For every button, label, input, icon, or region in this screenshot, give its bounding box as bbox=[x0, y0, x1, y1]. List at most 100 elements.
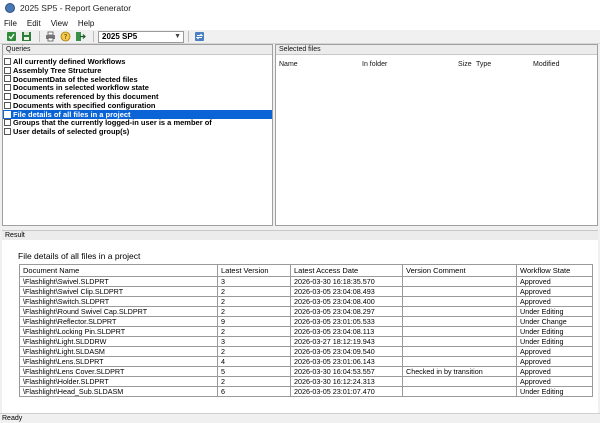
table-cell: 4 bbox=[217, 356, 291, 367]
table-cell: \Flashlight\Reflector.SLDPRT bbox=[19, 316, 218, 327]
table-cell: \Flashlight\Round Swivel Cap.SLDPRT bbox=[19, 306, 218, 317]
table-cell bbox=[402, 356, 517, 367]
print-icon bbox=[45, 31, 55, 42]
query-label: User details of selected group(s) bbox=[13, 127, 130, 137]
query-item[interactable]: User details of selected group(s) bbox=[3, 127, 272, 136]
table-cell: Under Editing bbox=[516, 386, 593, 397]
table-cell bbox=[402, 286, 517, 297]
query-item-selected[interactable]: File details of all files in a project bbox=[3, 110, 272, 119]
help-button[interactable]: ? bbox=[59, 31, 71, 43]
table-cell: 2026-03-05 23:04:09.540 bbox=[290, 346, 403, 357]
table-cell bbox=[402, 316, 517, 327]
query-list: All currently defined Workflows Assembly… bbox=[3, 55, 272, 136]
query-checkbox[interactable] bbox=[4, 128, 11, 136]
table-cell: Under Editing bbox=[516, 336, 593, 347]
column-header-type[interactable]: Type bbox=[476, 61, 491, 68]
table-cell bbox=[402, 326, 517, 337]
query-checkbox[interactable] bbox=[4, 110, 11, 118]
query-item[interactable]: Documents in selected workflow state bbox=[3, 83, 272, 92]
query-checkbox[interactable] bbox=[4, 84, 11, 92]
run-query-icon bbox=[6, 32, 16, 41]
column-header-workflow-state: Workflow State bbox=[516, 264, 593, 277]
table-cell: Approved bbox=[516, 296, 593, 307]
column-header-version-comment: Version Comment bbox=[402, 264, 517, 277]
table-row: \Flashlight\Reflector.SLDPRT 9 2026-03-05 … bbox=[19, 316, 593, 327]
table-row: \Flashlight\Swivel Clip.SLDPRT 2 2026-03-0… bbox=[19, 286, 593, 297]
query-item[interactable]: Documents with specified configuration bbox=[3, 101, 272, 110]
print-button[interactable] bbox=[44, 31, 56, 43]
table-cell: \Flashlight\Holder.SLDPRT bbox=[19, 376, 218, 387]
column-header-modified[interactable]: Modified bbox=[533, 61, 559, 68]
query-item[interactable]: DocumentData of the selected files bbox=[3, 75, 272, 84]
menu-edit[interactable]: Edit bbox=[27, 19, 41, 28]
window-title: 2025 SP5 - Report Generator bbox=[20, 3, 132, 13]
table-cell: 2 bbox=[217, 376, 291, 387]
chevron-down-icon: ▼ bbox=[174, 32, 181, 40]
refresh-button[interactable] bbox=[193, 31, 205, 43]
table-row: \Flashlight\Lens Cover.SLDPRT 5 2026-03-30… bbox=[19, 366, 593, 377]
query-label: All currently defined Workflows bbox=[13, 56, 126, 66]
queries-header: Queries bbox=[3, 45, 272, 55]
query-checkbox[interactable] bbox=[4, 57, 11, 65]
save-icon bbox=[21, 32, 31, 41]
app-icon bbox=[5, 3, 15, 13]
table-cell: 2026-03-05 23:01:06.143 bbox=[290, 356, 403, 367]
table-row: \Flashlight\Holder.SLDPRT 2 2026-03-30 16:… bbox=[19, 376, 593, 387]
query-checkbox[interactable] bbox=[4, 93, 11, 101]
column-header-size[interactable]: Size bbox=[458, 61, 472, 68]
toolbar-separator bbox=[188, 31, 189, 42]
query-checkbox[interactable] bbox=[4, 66, 11, 74]
menu-file[interactable]: File bbox=[4, 19, 17, 28]
table-cell: 2026-03-27 18:12:19.943 bbox=[290, 336, 403, 347]
query-checkbox[interactable] bbox=[4, 75, 11, 83]
column-header-document-name: Document Name bbox=[19, 264, 218, 277]
column-header-name[interactable]: Name bbox=[279, 61, 298, 68]
table-cell: 2 bbox=[217, 326, 291, 337]
table-cell: \Flashlight\Swivel.SLDPRT bbox=[19, 276, 218, 287]
table-cell: Approved bbox=[516, 346, 593, 357]
query-checkbox[interactable] bbox=[4, 119, 11, 127]
table-cell: 2026-03-05 23:04:08.493 bbox=[290, 286, 403, 297]
table-cell bbox=[402, 376, 517, 387]
table-cell: Under Change bbox=[516, 316, 593, 327]
column-header-latest-access-date: Latest Access Date bbox=[290, 264, 403, 277]
table-cell: \Flashlight\Switch.SLDPRT bbox=[19, 296, 218, 307]
table-cell: 6 bbox=[217, 386, 291, 397]
table-row: \Flashlight\Light.SLDDRW 3 2026-03-27 18:1… bbox=[19, 336, 593, 347]
table-cell: Under Editing bbox=[516, 326, 593, 337]
query-checkbox[interactable] bbox=[4, 101, 11, 109]
query-item[interactable]: Documents referenced by this document bbox=[3, 92, 272, 101]
result-title: File details of all files in a project bbox=[18, 251, 141, 261]
query-label: File details of all files in a project bbox=[13, 109, 131, 119]
table-cell: Approved bbox=[516, 376, 593, 387]
table-cell: Approved bbox=[516, 286, 593, 297]
column-header-in-folder[interactable]: In folder bbox=[362, 61, 387, 68]
table-row: \Flashlight\Locking Pin.SLDPRT 2 2026-03-0… bbox=[19, 326, 593, 337]
toolbar-separator bbox=[39, 31, 40, 42]
table-cell bbox=[402, 336, 517, 347]
toolbar-separator bbox=[93, 31, 94, 42]
table-cell: 5 bbox=[217, 366, 291, 377]
table-cell: \Flashlight\Locking Pin.SLDPRT bbox=[19, 326, 218, 337]
selected-files-pane: Selected files Name In folder Size Type … bbox=[275, 44, 598, 226]
table-cell bbox=[402, 276, 517, 287]
save-button[interactable] bbox=[20, 31, 32, 43]
query-label: Groups that the currently logged-in user… bbox=[13, 118, 212, 128]
table-cell: 2026-03-30 16:18:35.570 bbox=[290, 276, 403, 287]
column-header-latest-version: Latest Version bbox=[217, 264, 291, 277]
table-header-row: Document Name Latest Version Latest Acce… bbox=[19, 264, 593, 277]
menu-view[interactable]: View bbox=[51, 19, 68, 28]
vault-select[interactable]: 2025 SP5 ▼ bbox=[98, 30, 184, 43]
status-bar: Ready bbox=[0, 413, 600, 423]
table-cell: \Flashlight\Lens Cover.SLDPRT bbox=[19, 366, 218, 377]
run-query-button[interactable] bbox=[5, 31, 17, 43]
query-label: Documents with specified configuration bbox=[13, 100, 156, 110]
query-item[interactable]: Assembly Tree Structure bbox=[3, 66, 272, 75]
table-cell: 3 bbox=[217, 276, 291, 287]
menu-help[interactable]: Help bbox=[78, 19, 94, 28]
query-item[interactable]: All currently defined Workflows bbox=[3, 57, 272, 66]
table-cell: \Flashlight\Head_Sub.SLDASM bbox=[19, 386, 218, 397]
table-cell: 2026-03-30 16:04:53.557 bbox=[290, 366, 403, 377]
exit-button[interactable] bbox=[74, 31, 86, 43]
query-item[interactable]: Groups that the currently logged-in user… bbox=[3, 118, 272, 128]
